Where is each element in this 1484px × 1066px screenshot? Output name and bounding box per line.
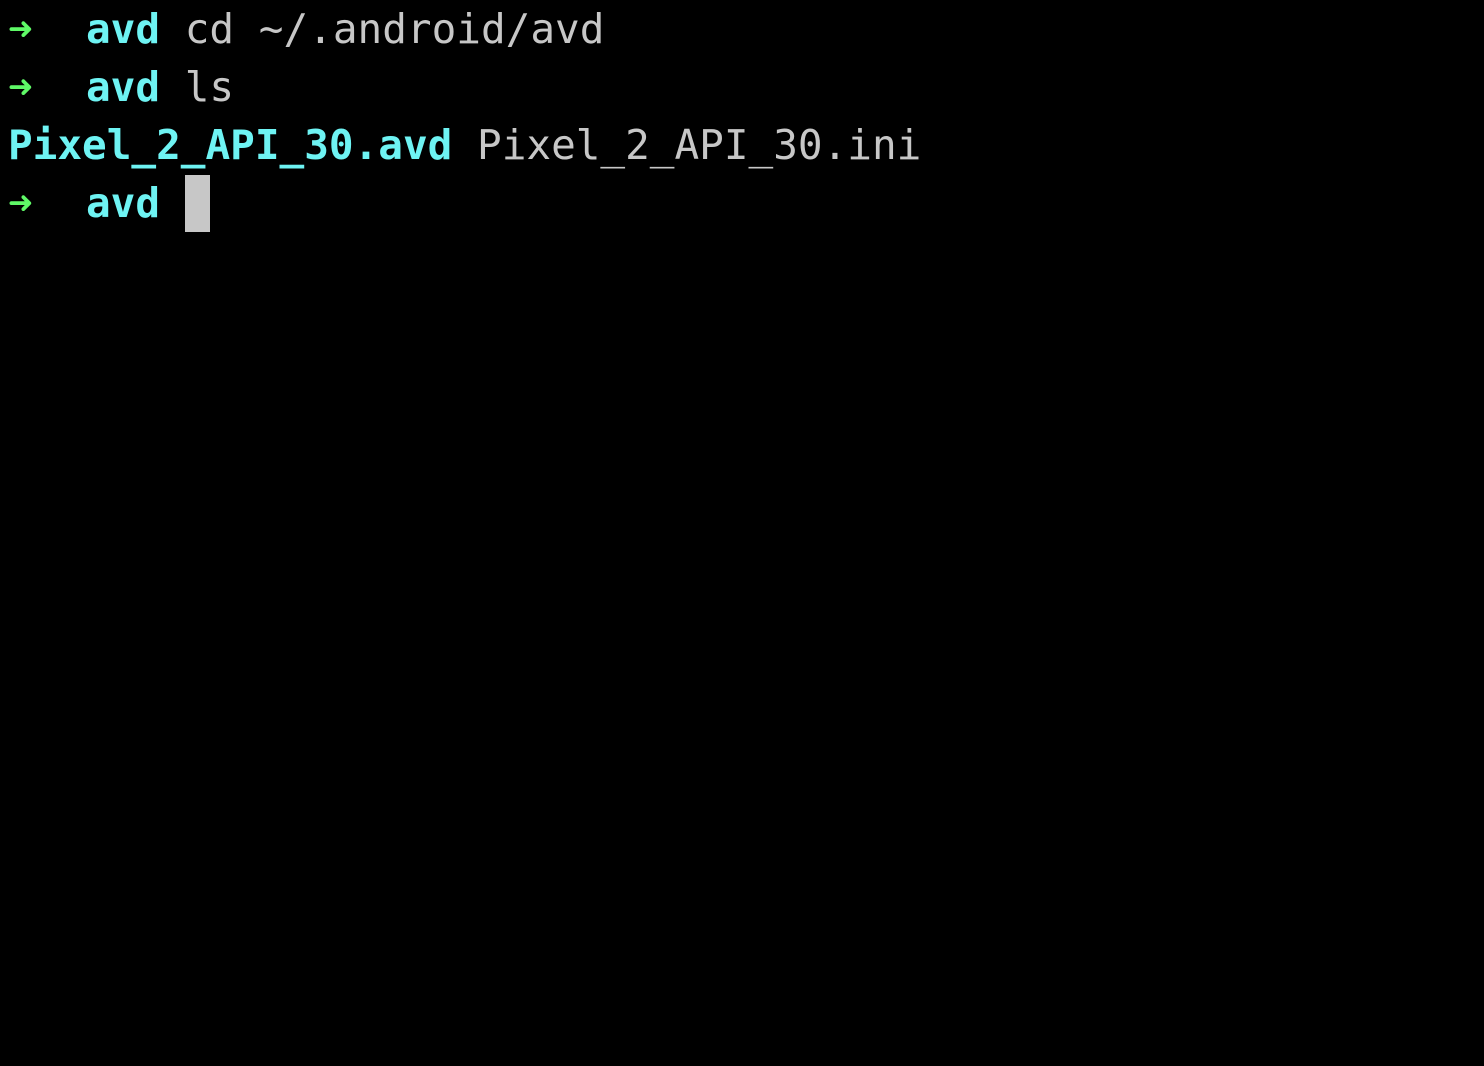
prompt-cwd: avd (86, 63, 161, 111)
prompt-cwd: avd (86, 179, 161, 227)
command-input[interactable] (160, 174, 185, 232)
current-prompt-line[interactable]: ➜ avd (8, 174, 210, 232)
prompt-cwd: avd (86, 5, 161, 53)
command-text: ls (184, 63, 235, 111)
history-line: ➜ avd cd ~/.android/avd (8, 0, 604, 58)
prompt-arrow-icon: ➜ (8, 63, 33, 111)
prompt-arrow-icon: ➜ (8, 179, 33, 227)
ls-file-entry: Pixel_2_API_30.ini (477, 121, 922, 169)
command-text (160, 58, 185, 116)
command-text (160, 0, 185, 58)
text-cursor (184, 174, 210, 232)
command-text: cd ~/.android/avd (184, 5, 605, 53)
ls-output-line: Pixel_2_API_30.avd Pixel_2_API_30.ini (8, 116, 921, 174)
history-line: ➜ avd ls (8, 58, 234, 116)
terminal-window[interactable]: ➜ avd cd ~/.android/avd ➜ avd ls Pixel_2_A… (0, 0, 1484, 1066)
ls-separator (452, 116, 477, 174)
ls-directory-entry: Pixel_2_API_30.avd (8, 121, 453, 169)
prompt-arrow-icon: ➜ (8, 5, 33, 53)
